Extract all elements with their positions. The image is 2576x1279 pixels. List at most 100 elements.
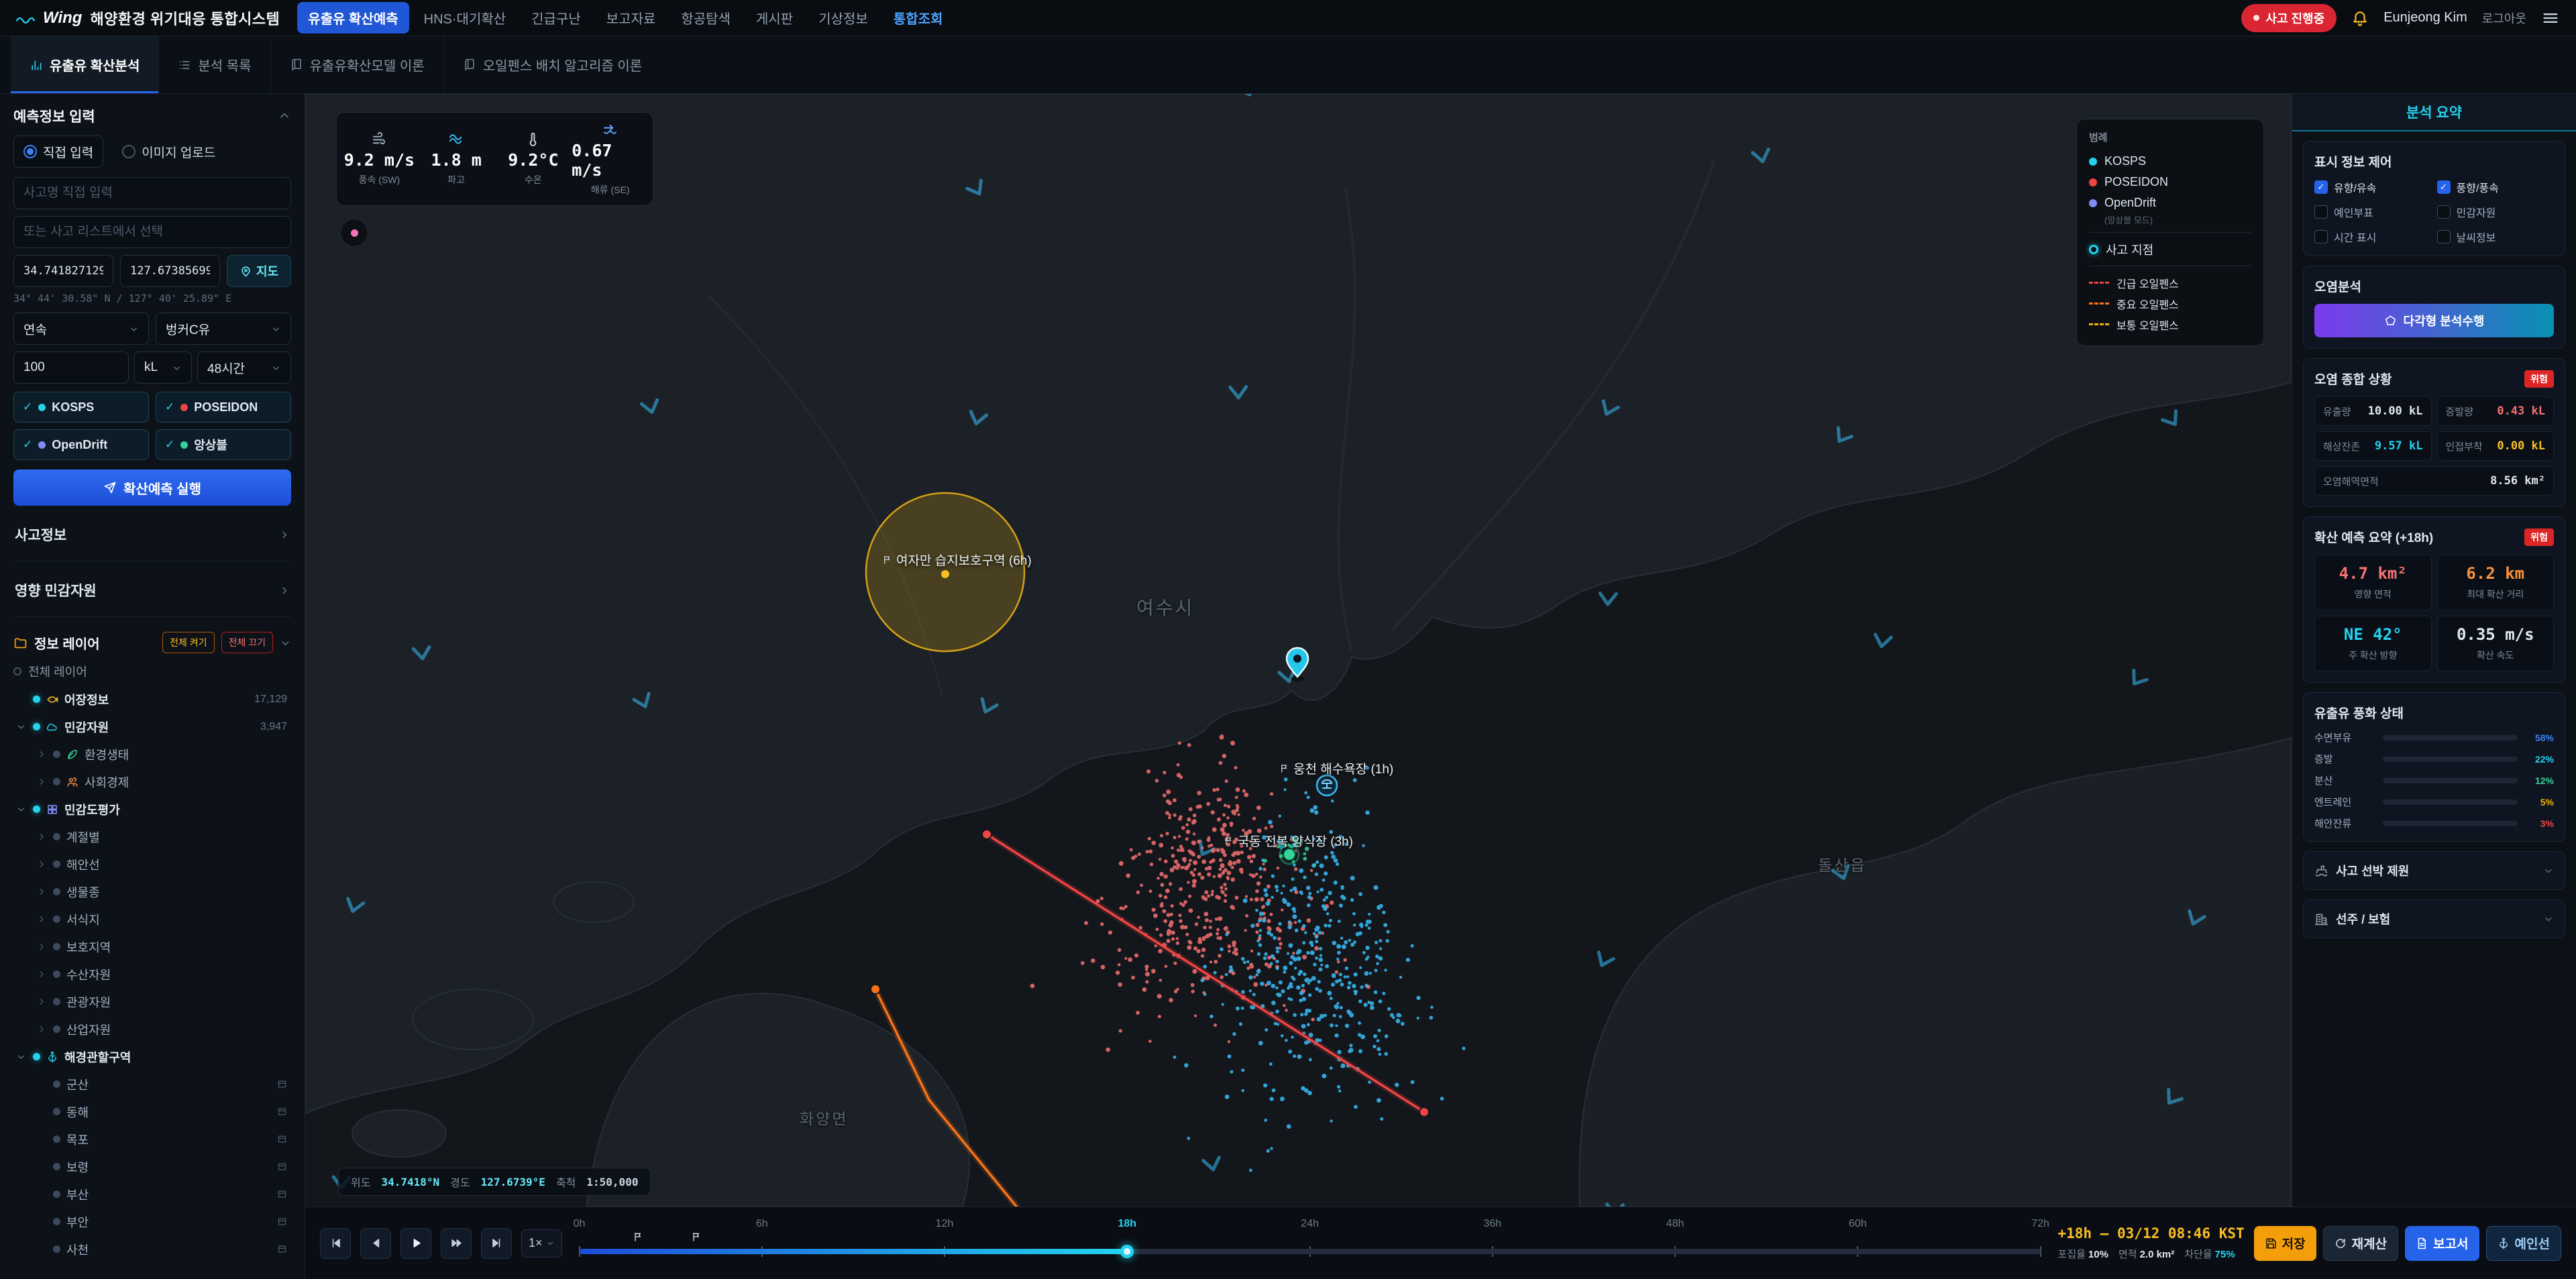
layer-tree-row[interactable]: 군산 — [13, 1070, 291, 1098]
model-chip-poseidon[interactable]: ✓ POSEIDON — [156, 392, 291, 423]
run-prediction-button[interactable]: 확산예측 실행 — [13, 469, 291, 506]
fast-forward-button[interactable] — [441, 1227, 472, 1259]
layer-toggle-icon[interactable] — [33, 805, 40, 813]
fence-deploy-marker-icon[interactable] — [691, 1231, 702, 1245]
layer-toggle-icon[interactable] — [53, 970, 60, 978]
model-chip-opendrift[interactable]: ✓ OpenDrift — [13, 429, 149, 460]
layer-toggle-icon[interactable] — [53, 943, 60, 950]
display-option-checkbox[interactable]: ✓ 유향/유속 — [2314, 179, 2432, 195]
longitude-input[interactable] — [120, 255, 220, 287]
layer-toggle-icon[interactable] — [53, 860, 60, 868]
layer-tree-row[interactable]: 계절별 — [13, 823, 291, 850]
layers-all-off-button[interactable]: 전체 끄기 — [221, 632, 273, 653]
report-button[interactable]: 보고서 — [2405, 1225, 2479, 1261]
layer-toggle-icon[interactable] — [33, 696, 40, 703]
logout-button[interactable]: 로그아웃 — [2482, 9, 2526, 27]
recalculate-button[interactable]: 재계산 — [2322, 1225, 2399, 1261]
timeline-handle[interactable] — [1120, 1245, 1134, 1258]
duration-select[interactable]: 48시간 — [197, 351, 291, 384]
fence-deploy-marker-icon[interactable] — [633, 1231, 643, 1245]
layer-tree-row[interactable]: 어장정보 17,129 — [13, 685, 291, 713]
display-option-checkbox[interactable]: 날씨정보 — [2436, 229, 2555, 245]
layer-toggle-icon[interactable] — [53, 778, 60, 785]
layer-tree-row[interactable]: 민감도평가 — [13, 795, 291, 823]
map-canvas[interactable]: 9.2 m/s 풍속 (SW) 1.8 m 파고 9.2°C 수온 0.67 m/s 해류 (… — [305, 94, 2292, 1207]
layer-toggle-icon[interactable] — [53, 833, 60, 840]
unit-select[interactable]: kL — [134, 351, 192, 384]
tab-2[interactable]: 분석 목록 — [158, 36, 270, 93]
model-chip-kosps[interactable]: ✓ KOSPS — [13, 392, 149, 423]
ship-spec-section[interactable]: 사고 선박 제원 — [2303, 851, 2565, 890]
tab-1[interactable]: 유출유 확산분석 — [11, 36, 159, 93]
layer-toggle-icon[interactable] — [53, 888, 60, 895]
polygon-analysis-button[interactable]: 다각형 분석수행 — [2314, 304, 2554, 337]
pick-on-map-button[interactable]: 지도 — [227, 255, 291, 287]
step-back-button[interactable] — [360, 1227, 391, 1259]
layer-tree-row[interactable]: 보령 — [13, 1153, 291, 1180]
radio-direct-input[interactable]: 직접 입력 — [13, 135, 104, 168]
amount-input[interactable] — [13, 351, 129, 384]
summary-panel-tab[interactable]: 분석 요약 — [2292, 94, 2576, 131]
layer-tree-row[interactable]: 부산 — [13, 1180, 291, 1208]
layers-root-row[interactable]: 전체 레이어 — [13, 663, 291, 680]
layer-tree-row[interactable]: 보호지역 — [13, 933, 291, 960]
notification-bell-icon[interactable] — [2351, 9, 2369, 27]
display-option-checkbox[interactable]: 시간 표시 — [2314, 229, 2432, 245]
accident-name-input[interactable] — [13, 177, 291, 209]
layer-tree-row[interactable]: 생물종 — [13, 878, 291, 905]
nav-item-5[interactable]: 항공탐색 — [670, 2, 741, 34]
spill-type-select[interactable]: 연속 — [13, 313, 149, 345]
play-button[interactable] — [400, 1227, 431, 1259]
layer-toggle-icon[interactable] — [53, 915, 60, 923]
layer-toggle-icon[interactable] — [53, 1025, 60, 1033]
nav-item-7[interactable]: 기상정보 — [808, 2, 879, 34]
display-option-checkbox[interactable]: ✓ 풍향/풍속 — [2436, 179, 2555, 195]
tab-3[interactable]: 유출유확산모델 이론 — [270, 36, 443, 93]
accident-info-section[interactable]: 사고정보 — [13, 508, 291, 561]
playback-speed-select[interactable]: 1× — [521, 1229, 562, 1258]
owner-insurance-section[interactable]: 선주 / 보험 — [2303, 899, 2565, 938]
nav-item-4[interactable]: 보고자료 — [596, 2, 667, 34]
skip-to-end-button[interactable] — [481, 1227, 512, 1259]
layer-tree-row[interactable]: 수산자원 — [13, 960, 291, 988]
layer-toggle-icon[interactable] — [53, 1108, 60, 1115]
nav-item-3[interactable]: 긴급구난 — [521, 2, 592, 34]
layer-toggle-icon[interactable] — [53, 1190, 60, 1198]
layer-toggle-icon[interactable] — [53, 1135, 60, 1143]
prediction-input-header[interactable]: 예측정보 입력 — [13, 106, 291, 126]
save-button[interactable]: 저장 — [2253, 1225, 2316, 1261]
layer-tree-row[interactable]: 사회경제 — [13, 768, 291, 795]
timeline-slider[interactable]: 0h 6h 12h 18h 24h 36h 48h 60h 72h — [574, 1207, 2049, 1279]
layer-toggle-icon[interactable] — [53, 1080, 60, 1088]
layer-toggle-icon[interactable] — [53, 1163, 60, 1170]
sensitive-resources-section[interactable]: 영향 민감자원 — [13, 564, 291, 617]
model-chip-앙상블[interactable]: ✓ 앙상블 — [156, 429, 291, 460]
layer-toggle-icon[interactable] — [53, 1218, 60, 1225]
layer-tree-row[interactable]: 목포 — [13, 1125, 291, 1153]
layer-tree-row[interactable]: 해안선 — [13, 850, 291, 878]
layer-toggle-icon[interactable] — [33, 1053, 40, 1060]
radio-image-upload[interactable]: 이미지 업로드 — [122, 135, 215, 168]
display-option-checkbox[interactable]: 민감자원 — [2436, 204, 2555, 220]
oil-type-select[interactable]: 벙커C유 — [156, 313, 291, 345]
nav-item-2[interactable]: HNS·대기확산 — [413, 2, 517, 34]
layer-tree-row[interactable]: 환경생태 — [13, 740, 291, 768]
layer-tree-row[interactable]: 산업자원 — [13, 1015, 291, 1043]
display-option-checkbox[interactable]: 예인부표 — [2314, 204, 2432, 220]
layer-tree-row[interactable]: 부안 — [13, 1208, 291, 1235]
nav-item-1[interactable]: 유출유 확산예측 — [297, 2, 409, 34]
hamburger-menu-icon[interactable] — [2541, 9, 2560, 27]
accident-list-input[interactable] — [13, 216, 291, 248]
layer-toggle-icon[interactable] — [33, 723, 40, 730]
layer-tree-row[interactable]: 민감자원 3,947 — [13, 713, 291, 740]
layers-all-on-button[interactable]: 전체 켜기 — [162, 632, 215, 653]
latitude-input[interactable] — [13, 255, 113, 287]
tab-4[interactable]: 오일펜스 배치 알고리즘 이론 — [443, 36, 661, 93]
layer-toggle-icon[interactable] — [53, 1245, 60, 1253]
layer-toggle-icon[interactable] — [53, 750, 60, 758]
nav-item-8[interactable]: 통합조회 — [883, 2, 954, 34]
tugboat-button[interactable]: 예인선 — [2485, 1225, 2561, 1261]
layer-toggle-icon[interactable] — [53, 998, 60, 1005]
nav-item-6[interactable]: 게시판 — [745, 2, 804, 34]
skip-to-start-button[interactable] — [320, 1227, 351, 1259]
